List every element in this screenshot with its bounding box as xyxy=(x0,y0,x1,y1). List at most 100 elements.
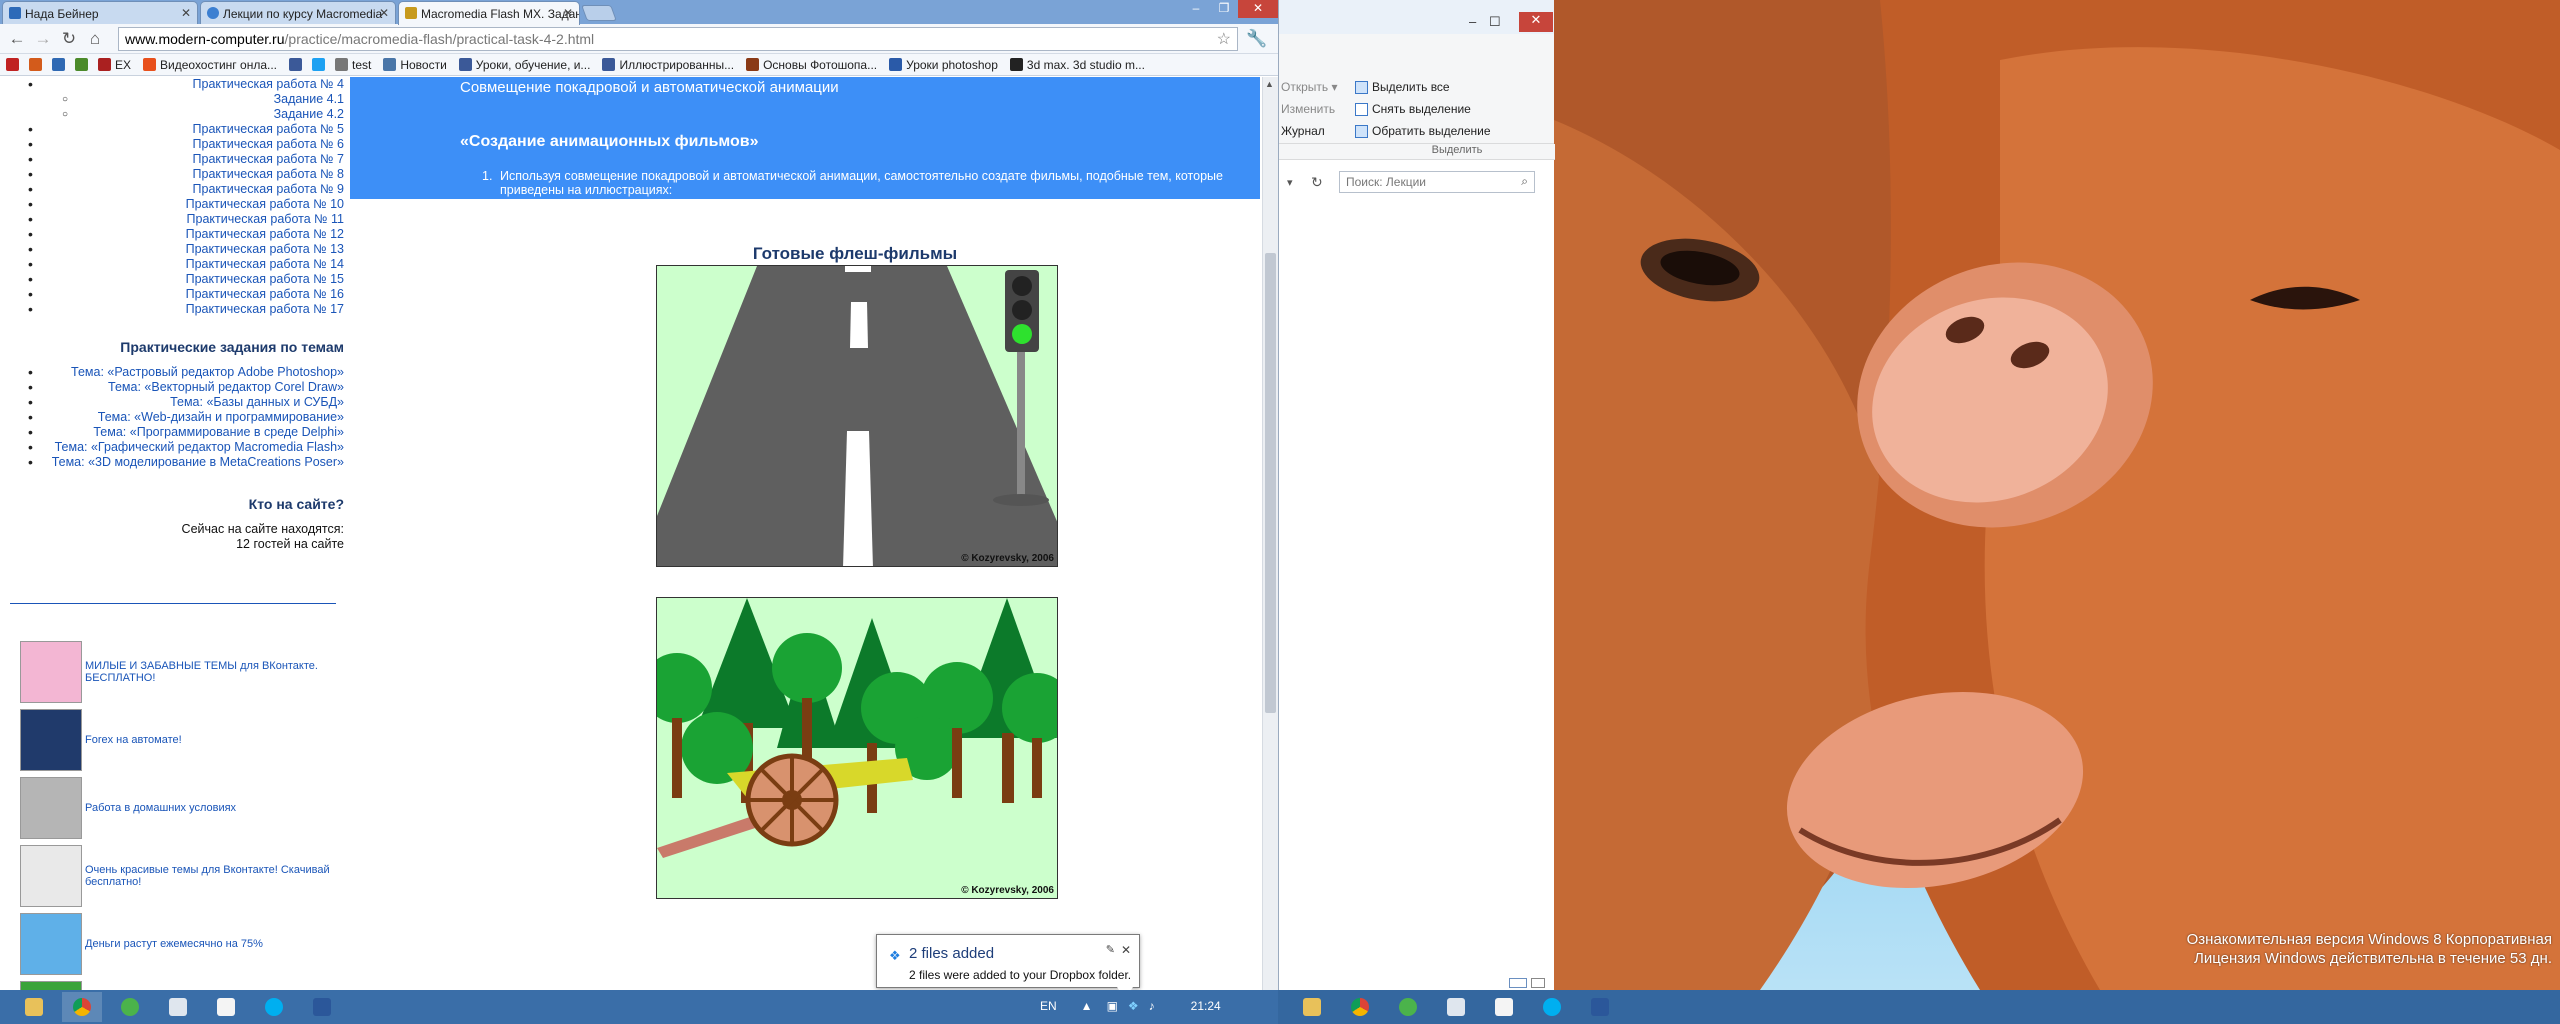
ribbon-invert-button[interactable]: Обратить выделение xyxy=(1355,124,1491,138)
sidebar-link[interactable]: Практическая работа № 10 xyxy=(186,197,344,211)
ad-thumbnail[interactable] xyxy=(20,641,82,703)
reload-icon[interactable]: ↻ xyxy=(58,28,80,50)
sidebar-link[interactable]: Практическая работа № 14 xyxy=(186,257,344,271)
practical-link-item[interactable]: Практическая работа № 15 xyxy=(0,272,350,287)
theme-link-item[interactable]: Тема: «Программирование в среде Delphi» xyxy=(0,425,350,440)
taskbar-explorer-button[interactable] xyxy=(14,992,54,1022)
bookmark-item[interactable] xyxy=(52,58,69,71)
clock-time[interactable]: 21:24 xyxy=(1191,999,1221,1013)
taskbar-file-button[interactable] xyxy=(1436,992,1476,1022)
tray-expand-icon[interactable]: ▲ xyxy=(1081,999,1093,1013)
close-icon[interactable]: ✕ xyxy=(1121,943,1131,957)
taskbar-utorrent-button[interactable] xyxy=(110,992,150,1022)
scrollbar-thumb[interactable] xyxy=(1265,253,1276,713)
ribbon-select-all-button[interactable]: Выделить все xyxy=(1355,80,1450,94)
bookmark-item[interactable]: Новости xyxy=(383,58,447,72)
tab-1[interactable]: Нада Бейнер ✕ xyxy=(2,1,198,24)
ad-thumbnail[interactable] xyxy=(20,709,82,771)
pin-icon[interactable]: ✎ xyxy=(1106,943,1115,956)
ad-item[interactable]: Деньги растут ежемесячно на 75% xyxy=(20,910,350,978)
tab-close-icon[interactable]: ✕ xyxy=(379,6,389,20)
bookmark-item[interactable]: 3d max. 3d studio m... xyxy=(1009,58,1145,72)
address-dropdown-icon[interactable]: ▾ xyxy=(1287,176,1293,189)
minimize-icon[interactable]: – xyxy=(1469,14,1476,29)
tab-2[interactable]: Лекции по курсу Macromedia ✕ xyxy=(200,1,396,24)
taskbar-word-button[interactable] xyxy=(302,992,342,1022)
address-bar[interactable]: www.modern-computer.ru /practice/macrome… xyxy=(118,26,1238,51)
practical-link-item[interactable]: Практическая работа № 11 xyxy=(0,212,350,227)
ad-item[interactable] xyxy=(20,978,350,990)
practical-link-item[interactable]: Практическая работа № 14 xyxy=(0,257,350,272)
home-icon[interactable]: ⌂ xyxy=(84,28,106,50)
theme-link[interactable]: Тема: «Растровый редактор Adobe Photosho… xyxy=(71,365,344,379)
tab-close-icon[interactable]: ✕ xyxy=(563,6,573,20)
scroll-up-arrow-icon[interactable]: ▲ xyxy=(1265,79,1274,89)
bookmark-item[interactable]: Уроки photoshop xyxy=(889,58,998,72)
theme-link[interactable]: Тема: «Векторный редактор Corel Draw» xyxy=(108,380,344,394)
bookmark-item[interactable] xyxy=(289,58,306,71)
ad-text-link[interactable]: Forex на автомате! xyxy=(85,734,182,746)
ad-text-link[interactable]: Деньги растут ежемесячно на 75% xyxy=(85,938,263,950)
sidebar-link[interactable]: Практическая работа № 9 xyxy=(193,182,344,196)
bookmark-star-icon[interactable]: ☆ xyxy=(1217,29,1231,49)
bookmark-item[interactable] xyxy=(75,58,92,71)
sidebar-link[interactable]: Задание 4.2 xyxy=(274,107,344,121)
taskbar-utorrent-button[interactable] xyxy=(1388,992,1428,1022)
theme-link[interactable]: Тема: «Web-дизайн и программирование» xyxy=(98,410,344,424)
practical-link-item[interactable]: Практическая работа № 4 xyxy=(0,77,350,92)
ad-thumbnail[interactable] xyxy=(20,913,82,975)
practical-link-item[interactable]: Практическая работа № 9 xyxy=(0,182,350,197)
wrench-menu-icon[interactable]: 🔧 xyxy=(1246,28,1268,50)
ad-thumbnail[interactable] xyxy=(20,777,82,839)
practical-link-item[interactable]: Практическая работа № 12 xyxy=(0,227,350,242)
bookmark-item[interactable] xyxy=(312,58,329,71)
language-indicator[interactable]: EN xyxy=(1040,999,1057,1013)
theme-link-item[interactable]: Тема: «Web-дизайн и программирование» xyxy=(0,410,350,425)
refresh-icon[interactable]: ↻ xyxy=(1311,174,1323,191)
theme-link-item[interactable]: Тема: «Базы данных и СУБД» xyxy=(0,395,350,410)
practical-link-item[interactable]: Практическая работа № 16 xyxy=(0,287,350,302)
ad-item[interactable]: МИЛЫЕ И ЗАБАВНЫЕ ТЕМЫ для ВКонтакте. БЕС… xyxy=(20,638,350,706)
close-window-icon[interactable]: ✕ xyxy=(1519,12,1553,32)
taskbar-chrome-button[interactable] xyxy=(62,992,102,1022)
practical-link-item[interactable]: Практическая работа № 17 xyxy=(0,302,350,317)
theme-link[interactable]: Тема: «Базы данных и СУБД» xyxy=(170,395,344,409)
tiles-view-icon[interactable] xyxy=(1531,978,1545,988)
bookmark-item[interactable] xyxy=(29,58,46,71)
ad-item[interactable]: Работа в домашних условиях xyxy=(20,774,350,842)
task-link-item[interactable]: Задание 4.1 xyxy=(0,92,350,107)
tab-3-active[interactable]: Macromedia Flash MX. Задания ✕ xyxy=(398,1,580,25)
sidebar-link[interactable]: Практическая работа № 5 xyxy=(193,122,344,136)
ad-item[interactable]: Очень красивые темы для Вконтакте! Скачи… xyxy=(20,842,350,910)
explorer-search-input[interactable]: Поиск: Лекции ⌕ xyxy=(1339,171,1535,193)
sidebar-link[interactable]: Практическая работа № 12 xyxy=(186,227,344,241)
tab-close-icon[interactable]: ✕ xyxy=(181,6,191,20)
practical-link-item[interactable]: Практическая работа № 13 xyxy=(0,242,350,257)
dropbox-tray-icon[interactable]: ❖ xyxy=(1128,999,1139,1013)
task-link-item[interactable]: Задание 4.2 xyxy=(0,107,350,122)
sidebar-link[interactable]: Практическая работа № 11 xyxy=(187,212,344,226)
page-scrollbar[interactable]: ▲ xyxy=(1262,77,1278,990)
taskbar-chrome-button[interactable] xyxy=(1340,992,1380,1022)
forward-arrow-icon[interactable]: → xyxy=(32,28,54,50)
theme-link[interactable]: Тема: «Программирование в среде Delphi» xyxy=(93,425,344,439)
bookmark-item[interactable]: Видеохостинг онла... xyxy=(143,58,277,72)
sidebar-link[interactable]: Задание 4.1 xyxy=(274,92,344,106)
theme-link-item[interactable]: Тема: «Графический редактор Macromedia F… xyxy=(0,440,350,455)
bookmark-item[interactable]: Основы Фотошопа... xyxy=(746,58,877,72)
ad-thumbnail[interactable] xyxy=(20,981,82,990)
sidebar-link[interactable]: Практическая работа № 13 xyxy=(186,242,344,256)
bookmark-item[interactable]: Уроки, обучение, и... xyxy=(458,58,590,72)
sidebar-link[interactable]: Практическая работа № 15 xyxy=(186,272,344,286)
theme-link[interactable]: Тема: «3D моделирование в MetaCreations … xyxy=(52,455,344,469)
close-window-icon[interactable]: ✕ xyxy=(1238,0,1278,18)
new-tab-button[interactable] xyxy=(581,5,617,21)
taskbar-notes-button[interactable] xyxy=(1484,992,1524,1022)
taskbar-word-button[interactable] xyxy=(1580,992,1620,1022)
practical-link-item[interactable]: Практическая работа № 10 xyxy=(0,197,350,212)
ad-text-link[interactable]: Очень красивые темы для Вконтакте! Скачи… xyxy=(85,864,350,888)
taskbar-file-button[interactable] xyxy=(158,992,198,1022)
ribbon-journal-button[interactable]: Журнал xyxy=(1281,124,1325,138)
back-arrow-icon[interactable]: ← xyxy=(6,28,28,50)
theme-link-item[interactable]: Тема: «Растровый редактор Adobe Photosho… xyxy=(0,365,350,380)
